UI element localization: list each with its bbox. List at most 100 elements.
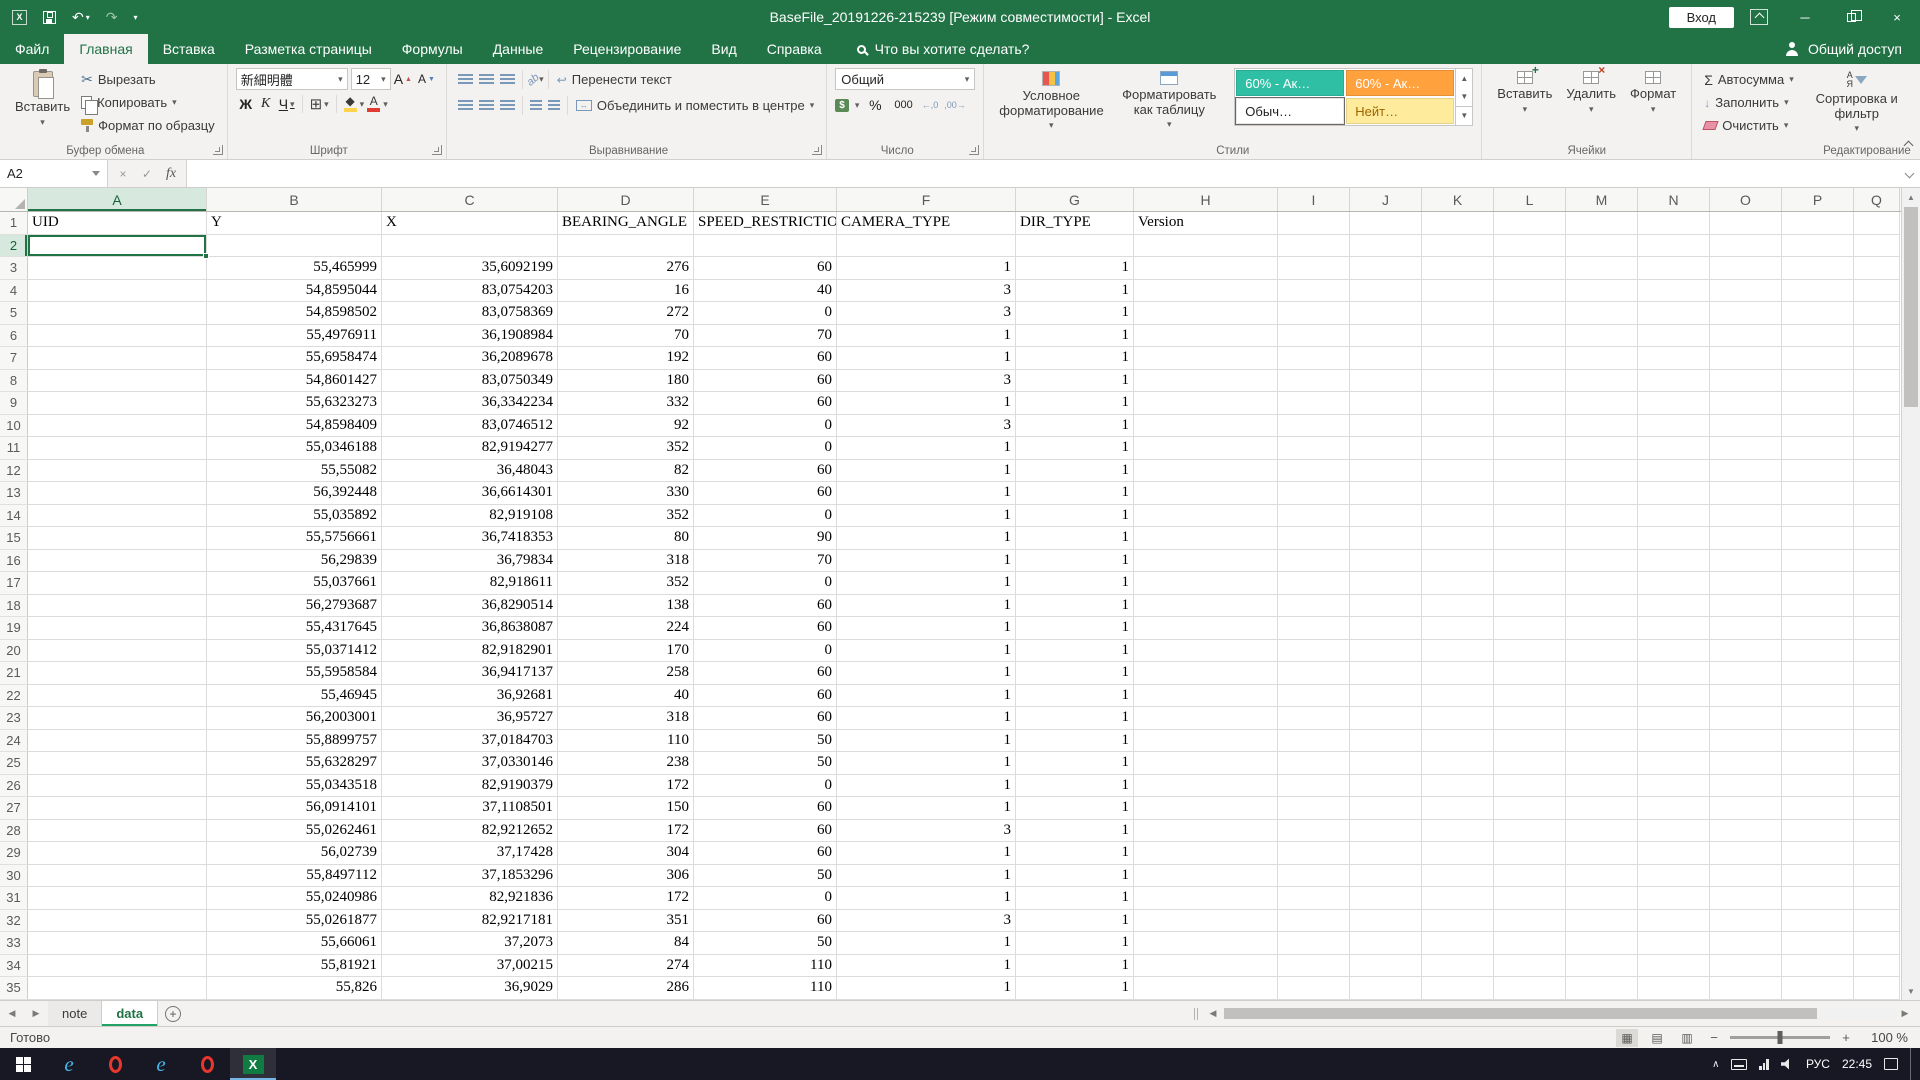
cell-B20[interactable]: 55,0371412 xyxy=(207,640,382,663)
cell-D15[interactable]: 80 xyxy=(558,527,694,550)
cell-L28[interactable] xyxy=(1494,820,1566,843)
cell-C3[interactable]: 35,6092199 xyxy=(382,257,558,280)
cell-P34[interactable] xyxy=(1782,955,1854,978)
cell-P27[interactable] xyxy=(1782,797,1854,820)
cell-N11[interactable] xyxy=(1638,437,1710,460)
cell-G2[interactable] xyxy=(1016,235,1134,258)
cell-F35[interactable]: 1 xyxy=(837,977,1016,1000)
cell-E15[interactable]: 90 xyxy=(694,527,837,550)
cell-G25[interactable]: 1 xyxy=(1016,752,1134,775)
cell-H3[interactable] xyxy=(1134,257,1278,280)
cell-O34[interactable] xyxy=(1710,955,1782,978)
scroll-right-arrow[interactable]: ▶ xyxy=(1896,1008,1914,1019)
cell-F9[interactable]: 1 xyxy=(837,392,1016,415)
cell-C4[interactable]: 83,0754203 xyxy=(382,280,558,303)
cell-E28[interactable]: 60 xyxy=(694,820,837,843)
increase-indent-icon[interactable] xyxy=(548,100,560,111)
cell-Q23[interactable] xyxy=(1854,707,1900,730)
cell-K14[interactable] xyxy=(1422,505,1494,528)
cell-K4[interactable] xyxy=(1422,280,1494,303)
cell-G10[interactable]: 1 xyxy=(1016,415,1134,438)
cell-N30[interactable] xyxy=(1638,865,1710,888)
cell-G32[interactable]: 1 xyxy=(1016,910,1134,933)
cell-I18[interactable] xyxy=(1278,595,1350,618)
cell-M3[interactable] xyxy=(1566,257,1638,280)
cell-O28[interactable] xyxy=(1710,820,1782,843)
cell-J7[interactable] xyxy=(1350,347,1422,370)
accounting-format-button[interactable]: $ xyxy=(835,99,849,112)
cell-K13[interactable] xyxy=(1422,482,1494,505)
cell-P30[interactable] xyxy=(1782,865,1854,888)
cell-G16[interactable]: 1 xyxy=(1016,550,1134,573)
cell-M1[interactable] xyxy=(1566,212,1638,235)
cell-J31[interactable] xyxy=(1350,887,1422,910)
cell-B13[interactable]: 56,392448 xyxy=(207,482,382,505)
cell-P25[interactable] xyxy=(1782,752,1854,775)
cell-A15[interactable] xyxy=(28,527,207,550)
cell-B1[interactable]: Y xyxy=(207,212,382,235)
cell-B31[interactable]: 55,0240986 xyxy=(207,887,382,910)
cell-L3[interactable] xyxy=(1494,257,1566,280)
cell-M16[interactable] xyxy=(1566,550,1638,573)
cell-M30[interactable] xyxy=(1566,865,1638,888)
cell-D18[interactable]: 138 xyxy=(558,595,694,618)
cell-K1[interactable] xyxy=(1422,212,1494,235)
cell-I17[interactable] xyxy=(1278,572,1350,595)
cell-A5[interactable] xyxy=(28,302,207,325)
row-header-14[interactable]: 14 xyxy=(0,505,28,528)
cell-L2[interactable] xyxy=(1494,235,1566,258)
cell-E17[interactable]: 0 xyxy=(694,572,837,595)
cell-Q25[interactable] xyxy=(1854,752,1900,775)
zoom-out-button[interactable]: − xyxy=(1706,1030,1722,1045)
cell-G24[interactable]: 1 xyxy=(1016,730,1134,753)
cell-E30[interactable]: 50 xyxy=(694,865,837,888)
cell-D23[interactable]: 318 xyxy=(558,707,694,730)
ribbon-display-options-button[interactable] xyxy=(1750,9,1768,25)
cell-B10[interactable]: 54,8598409 xyxy=(207,415,382,438)
cell-Q20[interactable] xyxy=(1854,640,1900,663)
cell-O9[interactable] xyxy=(1710,392,1782,415)
cell-E33[interactable]: 50 xyxy=(694,932,837,955)
cell-H13[interactable] xyxy=(1134,482,1278,505)
taskbar-excel-icon[interactable]: X xyxy=(230,1048,276,1080)
cell-H34[interactable] xyxy=(1134,955,1278,978)
cell-F34[interactable]: 1 xyxy=(837,955,1016,978)
cell-N3[interactable] xyxy=(1638,257,1710,280)
cell-D27[interactable]: 150 xyxy=(558,797,694,820)
cell-J19[interactable] xyxy=(1350,617,1422,640)
bold-button[interactable]: Ж xyxy=(236,93,256,115)
cell-L33[interactable] xyxy=(1494,932,1566,955)
cell-K9[interactable] xyxy=(1422,392,1494,415)
cell-O7[interactable] xyxy=(1710,347,1782,370)
ribbon-tab-2[interactable]: Вставка xyxy=(148,34,230,64)
cell-B11[interactable]: 55,0346188 xyxy=(207,437,382,460)
normal-view-button[interactable]: ▦ xyxy=(1616,1029,1638,1047)
cell-I28[interactable] xyxy=(1278,820,1350,843)
cell-L12[interactable] xyxy=(1494,460,1566,483)
cell-M10[interactable] xyxy=(1566,415,1638,438)
cell-K3[interactable] xyxy=(1422,257,1494,280)
row-header-23[interactable]: 23 xyxy=(0,707,28,730)
cell-N20[interactable] xyxy=(1638,640,1710,663)
cell-J15[interactable] xyxy=(1350,527,1422,550)
fill-color-button[interactable]: ◆ xyxy=(341,93,360,115)
cell-O10[interactable] xyxy=(1710,415,1782,438)
cell-A2[interactable] xyxy=(28,235,207,258)
cell-J25[interactable] xyxy=(1350,752,1422,775)
cell-B30[interactable]: 55,8497112 xyxy=(207,865,382,888)
cell-H11[interactable] xyxy=(1134,437,1278,460)
fill-button[interactable]: Заполнить▾ xyxy=(1700,91,1797,114)
cell-A17[interactable] xyxy=(28,572,207,595)
cell-J24[interactable] xyxy=(1350,730,1422,753)
cell-K16[interactable] xyxy=(1422,550,1494,573)
cell-E11[interactable]: 0 xyxy=(694,437,837,460)
cell-O31[interactable] xyxy=(1710,887,1782,910)
cell-D31[interactable]: 172 xyxy=(558,887,694,910)
cell-L18[interactable] xyxy=(1494,595,1566,618)
sheet-tab-data[interactable]: data xyxy=(102,1001,158,1026)
cell-P26[interactable] xyxy=(1782,775,1854,798)
row-header-21[interactable]: 21 xyxy=(0,662,28,685)
gallery-more-button[interactable]: ▼ xyxy=(1456,106,1472,125)
language-indicator[interactable]: РУС xyxy=(1806,1057,1830,1071)
cell-N7[interactable] xyxy=(1638,347,1710,370)
